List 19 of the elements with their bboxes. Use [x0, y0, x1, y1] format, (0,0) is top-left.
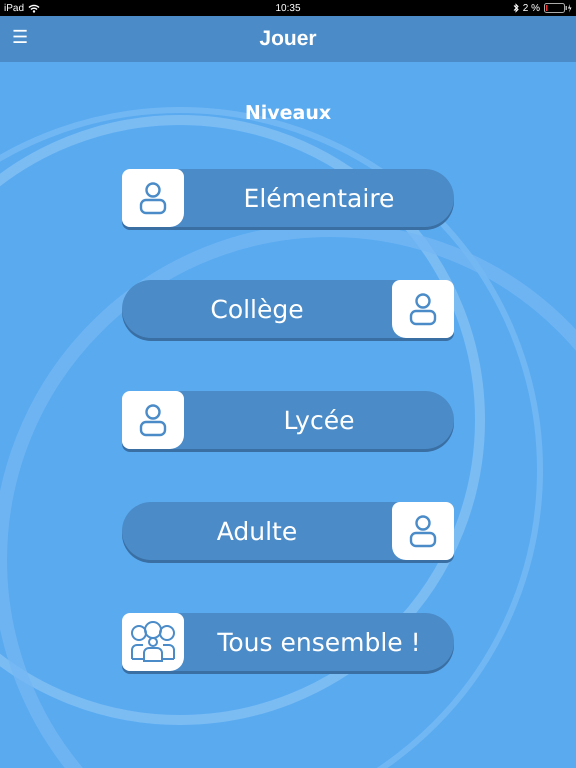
device-name: iPad: [4, 2, 24, 14]
battery-icon: [544, 3, 572, 13]
level-button[interactable]: Adulte: [122, 502, 454, 560]
level-button[interactable]: Lycée: [122, 391, 454, 449]
person-icon: [139, 403, 167, 437]
person-icon: [139, 181, 167, 215]
level-button[interactable]: Tous ensemble !: [122, 613, 454, 671]
level-button[interactable]: Elémentaire: [122, 169, 454, 227]
battery-percent: 2 %: [522, 2, 540, 14]
person-icon: [409, 514, 437, 548]
page-title: Jouer: [259, 27, 317, 51]
status-time: 10:35: [275, 2, 301, 14]
bluetooth-icon: [512, 3, 519, 13]
section-title: Niveaux: [244, 102, 332, 124]
menu-icon[interactable]: ☰: [12, 27, 28, 49]
person-icon: [409, 292, 437, 326]
group-icon: [129, 621, 177, 663]
level-button[interactable]: Collège: [122, 280, 454, 338]
wifi-icon: [28, 4, 40, 12]
